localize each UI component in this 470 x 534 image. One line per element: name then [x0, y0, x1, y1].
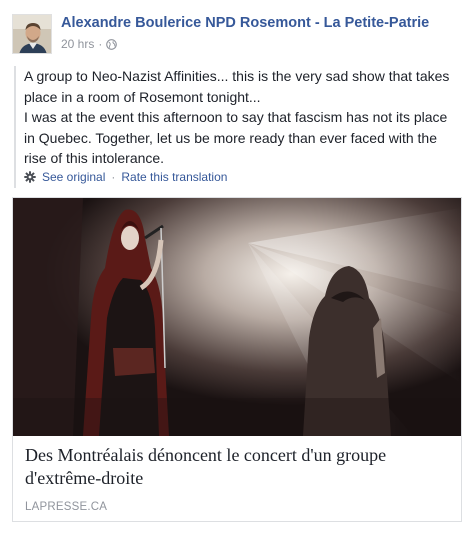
- translation-separator: ·: [111, 170, 116, 184]
- meta-dot: ·: [98, 37, 103, 51]
- globe-icon[interactable]: [106, 38, 118, 50]
- gear-icon: [24, 171, 36, 183]
- link-preview-card[interactable]: Des Montréalais dénoncent le concert d'u…: [12, 197, 462, 522]
- avatar[interactable]: [12, 14, 52, 54]
- post-message: A group to Neo-Nazist Affinities... this…: [24, 66, 454, 169]
- post-paragraph-2: I was at the event this afternoon to say…: [24, 109, 448, 166]
- link-source-domain: LAPRESSE.CA: [25, 501, 108, 513]
- translation-bar: See original · Rate this translation: [24, 170, 227, 184]
- rate-translation-link[interactable]: Rate this translation: [121, 170, 227, 184]
- post-meta: 20 hrs ·: [61, 37, 118, 51]
- link-title[interactable]: Des Montréalais dénoncent le concert d'u…: [25, 444, 445, 490]
- concert-photo[interactable]: [13, 198, 461, 436]
- translation-quote-bar: [14, 66, 16, 188]
- avatar-photo: [13, 15, 51, 53]
- see-original-link[interactable]: See original: [42, 170, 105, 184]
- facebook-post: Alexandre Boulerice NPD Rosemont - La Pe…: [0, 0, 470, 534]
- author-name-link[interactable]: Alexandre Boulerice NPD Rosemont - La Pe…: [61, 15, 429, 31]
- timestamp-link[interactable]: 20 hrs: [61, 37, 94, 51]
- post-paragraph-1: A group to Neo-Nazist Affinities... this…: [24, 68, 450, 105]
